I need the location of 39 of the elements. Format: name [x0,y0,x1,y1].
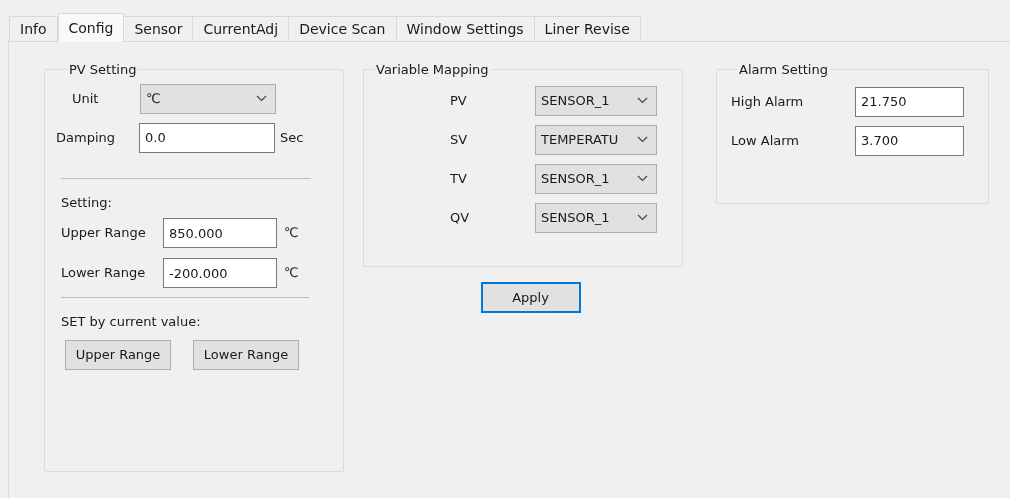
section-label: SET by current value: [61,313,202,331]
field-label: Upper Range [61,224,147,243]
input-field[interactable]: 3.700 [855,125,964,156]
section-label: Setting: [61,193,113,212]
tab[interactable]: Config [57,13,125,42]
apply-button[interactable]: Apply [480,282,581,313]
field-label: SV [450,130,469,149]
dropdown[interactable]: ℃ [140,83,276,114]
field-label: TV [450,169,468,188]
chevron-down-icon [256,95,267,102]
field-label: QV [450,208,471,227]
dropdown[interactable]: SENSOR_1 [535,163,657,194]
field-label: Lower Range [61,264,147,283]
dropdown[interactable]: SENSOR_1 [535,202,657,233]
field-label: Damping [56,128,116,147]
tab[interactable]: Liner Revise [533,16,641,41]
chevron-down-icon [637,97,648,104]
group-title: Variable Mapping [375,61,490,79]
input-field[interactable]: 21.750 [855,86,964,117]
dropdown[interactable]: TEMPERATU [535,124,657,155]
unit-label: ℃ [284,264,299,283]
chevron-down-icon [637,136,648,143]
input-field[interactable]: 0.0 [139,122,275,153]
chevron-down-icon [637,214,648,221]
field-label: PV [450,91,468,110]
chevron-down-icon [637,175,648,182]
group-title: Alarm Setting [738,61,829,79]
field-label: Low Alarm [730,131,800,150]
group-title: PV Setting [68,61,138,79]
range-button[interactable]: Lower Range [193,339,299,370]
dropdown[interactable]: SENSOR_1 [535,85,657,116]
input-field[interactable]: 850.000 [163,218,277,248]
unit-label: Sec [280,128,304,147]
field-label: Unit [71,89,100,108]
field-label: High Alarm [730,92,805,111]
unit-label: ℃ [284,224,299,243]
range-button[interactable]: Upper Range [65,339,171,370]
tab[interactable]: Info [9,16,58,41]
input-field[interactable]: -200.000 [163,258,277,288]
